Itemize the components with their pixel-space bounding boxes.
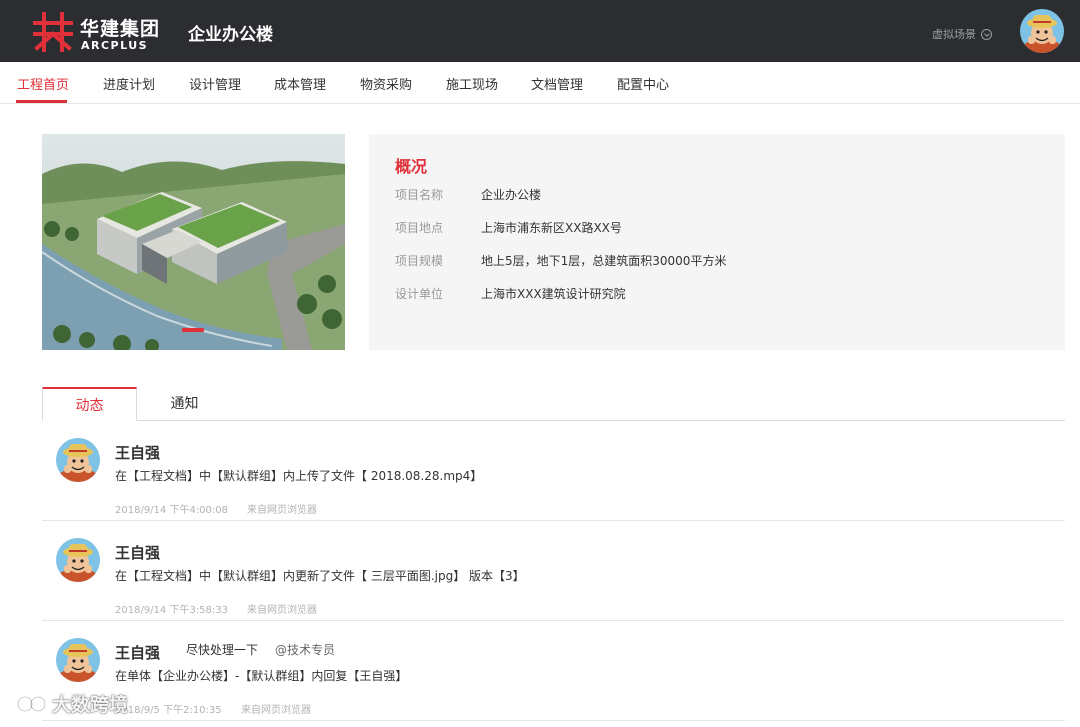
overview-label: 项目名称 (395, 188, 444, 202)
carousel-indicator[interactable] (182, 328, 204, 332)
nav-item-documents[interactable]: 文档管理 (531, 74, 583, 93)
avatar[interactable] (56, 438, 100, 482)
scene-selector[interactable]: 虚拟场景 (932, 26, 992, 42)
overview-label: 项目地点 (395, 221, 444, 235)
feed-item: 王自强 尽快处理一下 @技术专员 在单体【企业办公楼】-【默认群组】内回复【王自… (42, 621, 1065, 721)
arcplus-logo-icon (33, 12, 73, 52)
watermark-logo-icon (10, 695, 46, 711)
nav-item-cost[interactable]: 成本管理 (274, 74, 326, 93)
feed-timestamp: 2018/9/14 下午4:00:08 (115, 505, 229, 516)
watermark-text: 大数跨境 (52, 694, 129, 716)
overview-value: 企业办公楼 (481, 188, 542, 202)
feed-source: 来自网页浏览器 (241, 705, 311, 716)
overview-label: 项目规模 (395, 254, 444, 268)
tab-activity[interactable]: 动态 (42, 387, 137, 421)
feed-item: 王自强 在【工程文档】中【默认群组】内更新了文件【 三层平面图.jpg】 版本【… (42, 521, 1065, 621)
overview-title: 概况 (395, 157, 428, 176)
main-nav: 工程首页 进度计划 设计管理 成本管理 物资采购 施工现场 文档管理 配置中心 (0, 62, 1080, 104)
overview-value: 上海市XXX建筑设计研究院 (481, 287, 626, 301)
feed-text: 在【工程文档】中【默认群组】内更新了文件【 三层平面图.jpg】 版本【3】 (115, 569, 525, 583)
nav-active-indicator (16, 100, 67, 103)
feed-item: 王自强 在【工程文档】中【默认群组】内上传了文件【 2018.08.28.mp4… (42, 421, 1065, 521)
overview-label: 设计单位 (395, 287, 444, 301)
brand-name: 华建集团 (80, 18, 161, 40)
feed-reply-text: 尽快处理一下 (186, 643, 259, 657)
overview-value: 上海市浦东新区XX路XX号 (481, 221, 622, 235)
overview-panel: 概况 项目名称 企业办公楼 项目地点 上海市浦东新区XX路XX号 项目规模 地上… (369, 134, 1065, 350)
scene-label: 虚拟场景 (932, 28, 976, 41)
nav-item-config[interactable]: 配置中心 (617, 74, 669, 93)
activity-tabs: 动态 通知 (42, 387, 1065, 421)
nav-item-procurement[interactable]: 物资采购 (360, 74, 412, 93)
overview-value: 地上5层，地下1层，总建筑面积30000平方米 (481, 254, 727, 268)
nav-item-schedule[interactable]: 进度计划 (103, 74, 155, 93)
nav-item-site[interactable]: 施工现场 (446, 74, 498, 93)
nav-item-home[interactable]: 工程首页 (17, 74, 69, 93)
feed-timestamp: 2018/9/14 下午3:58:33 (115, 605, 229, 616)
feed-user-name[interactable]: 王自强 (115, 442, 160, 463)
nav-item-design[interactable]: 设计管理 (189, 74, 241, 93)
brand-name-en: ARCPLUS (81, 39, 149, 52)
project-title: 企业办公楼 (188, 25, 273, 45)
top-header: 华建集团 ARCPLUS 企业办公楼 虚拟场景 (0, 0, 1080, 62)
avatar[interactable] (56, 638, 100, 682)
feed-text: 在单体【企业办公楼】-【默认群组】内回复【王自强】 (115, 669, 408, 683)
project-image (42, 134, 345, 350)
feed-text: 在【工程文档】中【默认群组】内上传了文件【 2018.08.28.mp4】 (115, 469, 483, 483)
chevron-down-icon (981, 28, 992, 40)
tab-notifications[interactable]: 通知 (137, 387, 232, 421)
feed-user-name[interactable]: 王自强 (115, 542, 160, 563)
feed-user-name[interactable]: 王自强 (115, 642, 160, 663)
watermark: 大数跨境 (8, 690, 128, 717)
avatar[interactable] (56, 538, 100, 582)
feed-source: 来自网页浏览器 (247, 605, 317, 616)
user-avatar[interactable] (1020, 9, 1064, 53)
feed-timestamp: 2018/9/5 下午2:10:35 (115, 705, 222, 716)
feed-source: 来自网页浏览器 (247, 505, 317, 516)
feed-mention[interactable]: @技术专员 (275, 641, 335, 658)
